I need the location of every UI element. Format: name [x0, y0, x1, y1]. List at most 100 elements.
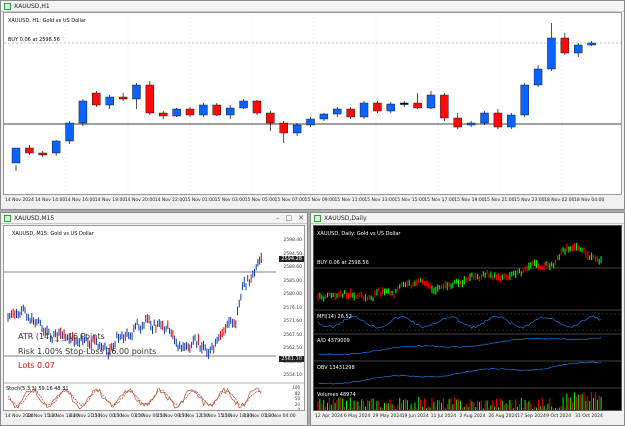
time-axis-label: 9 Oct 2024: [546, 414, 572, 419]
candle-body: [413, 102, 422, 109]
candle-body: [386, 103, 396, 112]
candle-body: [105, 96, 114, 106]
h1-window-title: XAUUSD,H1: [14, 2, 50, 10]
time-axis-label: 15 Nov 21:00: [484, 198, 515, 203]
time-axis-label: 15 Nov 09:00: [304, 198, 335, 203]
ad-line: [317, 337, 602, 356]
candle-body: [533, 68, 543, 86]
time-axis-label: 14 Nov 2024: [5, 198, 34, 203]
mfi-label: MFI(14) 26.52: [317, 314, 352, 320]
candle-body: [145, 84, 155, 114]
price-scale-label: 2562.50: [283, 346, 302, 351]
m15-current-price: 2594.28: [279, 256, 304, 262]
atr-overlay-text: ATR (14) _ _ 16 Points: [18, 332, 105, 341]
time-axis-label: 15 Nov 07:00: [274, 198, 305, 203]
m15-titlebar[interactable]: XAUUSD,M15 – □ ✕: [1, 213, 307, 224]
price-scale-label: 2567.50: [283, 332, 302, 338]
daily-time-axis: 12 Apr 2024 6 May 2024 29 May 2024 19 Jun 2…: [313, 412, 622, 424]
daily-plot-area[interactable]: XAUUSD, Daily: Gold vs US Dollar BUY 0.0…: [313, 225, 622, 411]
price-scale-label: 2554.10: [283, 373, 302, 378]
daily-chart-window[interactable]: XAUUSD,Daily XAUUSD, Daily: Gold vs US D…: [310, 212, 625, 426]
time-axis-label: 18 Nov 02:00: [544, 198, 575, 203]
price-scale-label: 2594.50: [283, 251, 302, 257]
time-axis-label: 15 Nov 19:00: [454, 198, 485, 203]
time-axis-label: 29 May 2024: [372, 414, 403, 419]
m15-chart-window[interactable]: XAUUSD,M15 – □ ✕ XAUUSD, M15: Gold vs US…: [0, 212, 308, 426]
time-axis-label: 15 Nov 05:00: [244, 198, 275, 203]
candle-body: [507, 114, 516, 128]
volumes-label: Volumes 48974: [317, 392, 356, 398]
time-axis-label: 15 Nov 15:00: [394, 198, 425, 203]
h1-titlebar[interactable]: XAUUSD,H1: [1, 1, 624, 12]
candle-body: [560, 37, 570, 54]
candle-body: [225, 107, 235, 116]
time-axis-label: 15 Nov 13:00: [364, 198, 395, 203]
candle-body: [292, 124, 302, 134]
candle-body: [25, 147, 34, 154]
daily-window-title: XAUUSD,Daily: [324, 214, 367, 222]
time-axis-label: 18 Nov 04:00: [574, 198, 605, 203]
time-axis-label: 18 Nov 04:00: [265, 414, 296, 419]
daily-symbol-label: XAUUSD, Daily: Gold vs US Dollar: [317, 231, 401, 237]
candle-body: [252, 100, 262, 114]
chart-window-icon: [314, 214, 321, 222]
h1-plot-area[interactable]: XAUUSD, H1: Gold vs US Dollar BUY 0.06 a…: [3, 12, 622, 195]
price-scale-label: 2580.00: [283, 292, 302, 297]
m15-plot-area[interactable]: XAUUSD, M15: Gold vs US Dollar ATR (14) …: [3, 225, 305, 411]
time-axis-label: 12 Apr 2024: [315, 414, 343, 419]
time-axis-label: 6 May 2024: [343, 414, 371, 419]
candle-body: [51, 140, 61, 154]
ad-label: A/D 4379009: [317, 338, 350, 344]
candle-body: [426, 94, 436, 109]
candle-body: [319, 113, 329, 120]
candle-body: [373, 102, 382, 112]
m15-window-title: XAUUSD,M15: [14, 214, 55, 222]
mfi-line: [317, 315, 602, 329]
candle-body: [212, 104, 221, 116]
candle-body: [118, 96, 128, 100]
candle-body: [346, 108, 355, 118]
time-axis-label: 17 Sep 2024: [517, 414, 546, 419]
candle-body: [480, 112, 489, 124]
price-scale-label: 2558.60: [283, 359, 302, 365]
price-scale-label: 2571.60: [283, 319, 302, 324]
stoch-scale-label: 80: [294, 390, 300, 396]
time-axis-label: 15 Nov 01:00: [184, 198, 216, 203]
price-scale-label: 2585.00: [283, 278, 302, 284]
close-icon[interactable]: ✕: [298, 214, 304, 222]
time-axis-label: 14 Nov 16:00: [64, 198, 96, 203]
candle-body: [359, 102, 369, 118]
time-axis-label: 19 Jun 2024: [401, 414, 429, 419]
candle-body: [440, 94, 449, 119]
candle-body: [159, 112, 168, 117]
maximize-icon[interactable]: □: [286, 214, 293, 222]
candle-body: [466, 122, 476, 126]
time-axis-label: 15 Nov 17:00: [424, 198, 455, 203]
daily-order-label: BUY 0.06 at 2598.56: [317, 260, 369, 266]
time-axis-label: 15 Nov 03:00: [214, 198, 245, 203]
stoch-label: Stoch(5,3,3) 59.16 48.31: [6, 386, 69, 392]
candle-body: [493, 112, 503, 128]
candle-body: [400, 102, 409, 105]
time-axis-label: 14 Nov 20:00: [124, 198, 156, 203]
time-axis-label: 31 Oct 2024: [575, 414, 603, 419]
h1-time-axis: 14 Nov 2024 14 Nov 14:00 14 Nov 16:00 14 No…: [3, 196, 622, 208]
m15-candles: [4, 252, 304, 410]
obv-label: OBV 13431298: [317, 365, 355, 371]
price-scale-label: 2589.60: [283, 265, 302, 270]
candle-body: [333, 108, 342, 115]
h1-chart-window[interactable]: XAUUSD,H1 XAUUSD, H1: Gold vs US Dollar …: [0, 0, 625, 210]
candle-body: [65, 122, 74, 142]
candle-body: [172, 108, 181, 117]
daily-titlebar[interactable]: XAUUSD,Daily: [311, 213, 624, 224]
lots-overlay-text: Lots 0.07: [18, 361, 55, 370]
candle-body: [199, 104, 208, 116]
stoch-scale-label: 0: [297, 407, 300, 411]
risk-overlay-text: Risk 1.00% Stop-Loss 16.00 points: [18, 347, 157, 356]
candle-body: [306, 118, 315, 126]
time-axis-label: 15 Nov 23:00: [514, 198, 545, 203]
candle-body: [78, 100, 88, 124]
minimize-icon[interactable]: –: [276, 214, 280, 222]
stoch-scale-label: 20: [294, 401, 300, 407]
time-axis-label: 26 Aug 2024: [488, 414, 518, 419]
